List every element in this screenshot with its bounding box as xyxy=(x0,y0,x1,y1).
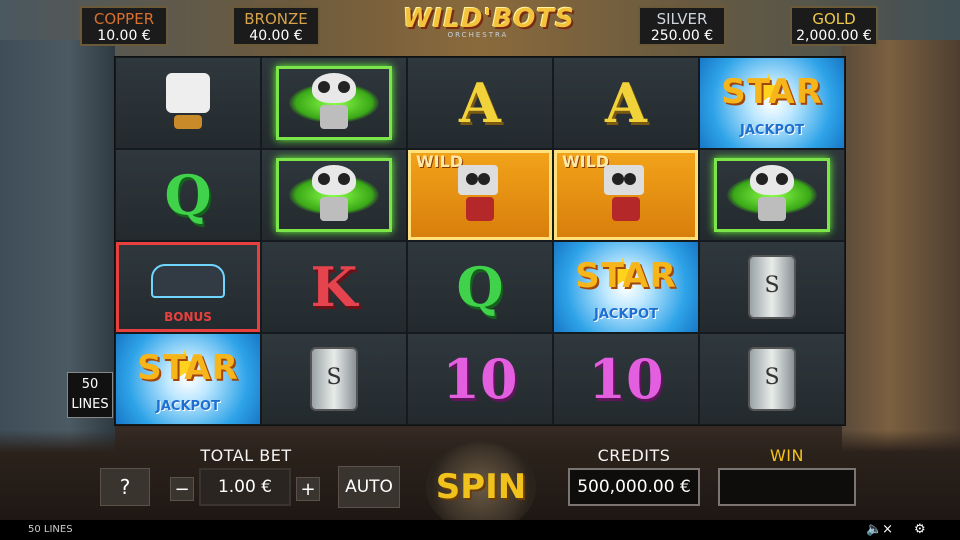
total-bet-value: 1.00 € xyxy=(199,468,291,506)
robot-icon xyxy=(312,73,356,133)
bet-increase-button[interactable]: + xyxy=(296,477,320,501)
jackpot-silver: SILVER 250.00 € xyxy=(638,6,726,46)
symbol-q-glyph: Q xyxy=(164,163,212,227)
robot-icon xyxy=(312,165,356,225)
jackpot-text: JACKPOT xyxy=(156,399,220,414)
total-bet-label: TOTAL BET xyxy=(200,446,292,465)
symbol-a-glyph: A xyxy=(459,71,501,135)
can-robot-icon: S xyxy=(748,347,796,411)
reel-grid: A A ★ STAR JACKPOT Q WILD WILD BONUS K Q ★ STAR JACKP… xyxy=(114,56,846,426)
jackpot-gold-name: GOLD xyxy=(812,10,856,28)
wild-text: WILD xyxy=(416,152,464,171)
wild-text: WILD xyxy=(562,152,610,171)
gear-icon[interactable]: ⚙ xyxy=(914,522,926,537)
credits-label: CREDITS xyxy=(597,446,671,465)
symbol-wild: WILD xyxy=(553,149,699,241)
logo-title: WILD'BOTS xyxy=(403,4,575,34)
symbol-q: Q xyxy=(407,241,553,333)
can-robot-icon: S xyxy=(748,255,796,319)
symbol-q: Q xyxy=(115,149,261,241)
win-value xyxy=(718,468,856,506)
jackpot-bronze-value: 40.00 € xyxy=(249,28,303,44)
spin-button[interactable]: SPIN xyxy=(426,442,536,532)
symbol-k-glyph: K xyxy=(310,255,358,319)
jackpot-bronze: BRONZE 40.00 € xyxy=(232,6,320,46)
can-letter: S xyxy=(764,273,780,298)
star-text: STAR xyxy=(721,72,823,112)
symbol-a: A xyxy=(407,57,553,149)
jackpot-copper: COPPER 10.00 € xyxy=(80,6,168,46)
spin-label: SPIN xyxy=(435,467,527,507)
jackpot-text: JACKPOT xyxy=(740,123,804,138)
help-label: ? xyxy=(119,475,131,499)
symbol-green-robot xyxy=(261,57,407,149)
auto-label: AUTO xyxy=(345,477,393,497)
symbol-a: A xyxy=(553,57,699,149)
jackpot-bronze-name: BRONZE xyxy=(244,10,308,28)
speaker-muted-icon[interactable]: 🔈× xyxy=(866,522,893,537)
lines-badge: 50 LINES xyxy=(67,372,113,418)
wild-robot-icon xyxy=(458,165,502,225)
symbol-10: 10 xyxy=(553,333,699,425)
wild-robot-icon xyxy=(604,165,648,225)
symbol-k: K xyxy=(261,241,407,333)
help-button[interactable]: ? xyxy=(100,468,150,506)
can-letter: S xyxy=(326,365,342,390)
credits-value: 500,000.00 € xyxy=(568,468,700,506)
star-text: STAR xyxy=(575,256,677,296)
jackpot-silver-value: 250.00 € xyxy=(650,28,714,44)
symbol-10-glyph: 10 xyxy=(588,347,664,411)
star-text: STAR xyxy=(137,348,239,388)
symbol-tall-robot xyxy=(115,57,261,149)
auto-button[interactable]: AUTO xyxy=(338,466,400,508)
symbol-star-jackpot: ★ STAR JACKPOT xyxy=(699,57,845,149)
symbol-wild: WILD xyxy=(407,149,553,241)
symbol-green-robot xyxy=(699,149,845,241)
symbol-can-robot: S xyxy=(699,333,845,425)
lines-unit: LINES xyxy=(71,397,109,412)
bet-decrease-button[interactable]: − xyxy=(170,477,194,501)
symbol-q-glyph: Q xyxy=(456,255,504,319)
symbol-10: 10 xyxy=(407,333,553,425)
footer-lines-text: 50 LINES xyxy=(28,524,73,535)
jackpot-copper-value: 10.00 € xyxy=(97,28,151,44)
jackpot-gold-value: 2,000.00 € xyxy=(796,28,872,44)
lines-count: 50 xyxy=(81,377,99,392)
symbol-can-robot: S xyxy=(261,333,407,425)
jackpot-silver-name: SILVER xyxy=(656,10,708,28)
jackpot-text: JACKPOT xyxy=(594,307,658,322)
tall-robot-icon xyxy=(166,73,210,133)
jackpot-copper-name: COPPER xyxy=(93,10,155,28)
game-logo: WILD'BOTS ORCHESTRA xyxy=(403,4,575,50)
symbol-star-jackpot: ★ STAR JACKPOT xyxy=(553,241,699,333)
symbol-green-robot xyxy=(261,149,407,241)
right-backdrop xyxy=(842,40,960,480)
symbol-can-robot: S xyxy=(699,241,845,333)
symbol-star-jackpot: ★ STAR JACKPOT xyxy=(115,333,261,425)
symbol-10-glyph: 10 xyxy=(442,347,518,411)
bonus-device-icon xyxy=(151,264,225,298)
can-letter: S xyxy=(764,365,780,390)
win-label: WIN xyxy=(769,446,804,465)
plus-icon: + xyxy=(300,478,316,500)
minus-icon: − xyxy=(174,478,190,500)
bonus-text: BONUS xyxy=(164,310,212,324)
can-robot-icon: S xyxy=(310,347,358,411)
symbol-a-glyph: A xyxy=(605,71,647,135)
jackpot-gold: GOLD 2,000.00 € xyxy=(790,6,878,46)
robot-icon xyxy=(750,165,794,225)
symbol-bonus: BONUS xyxy=(115,241,261,333)
footer-bar: 50 LINES 🔈× ⚙ xyxy=(0,520,960,540)
